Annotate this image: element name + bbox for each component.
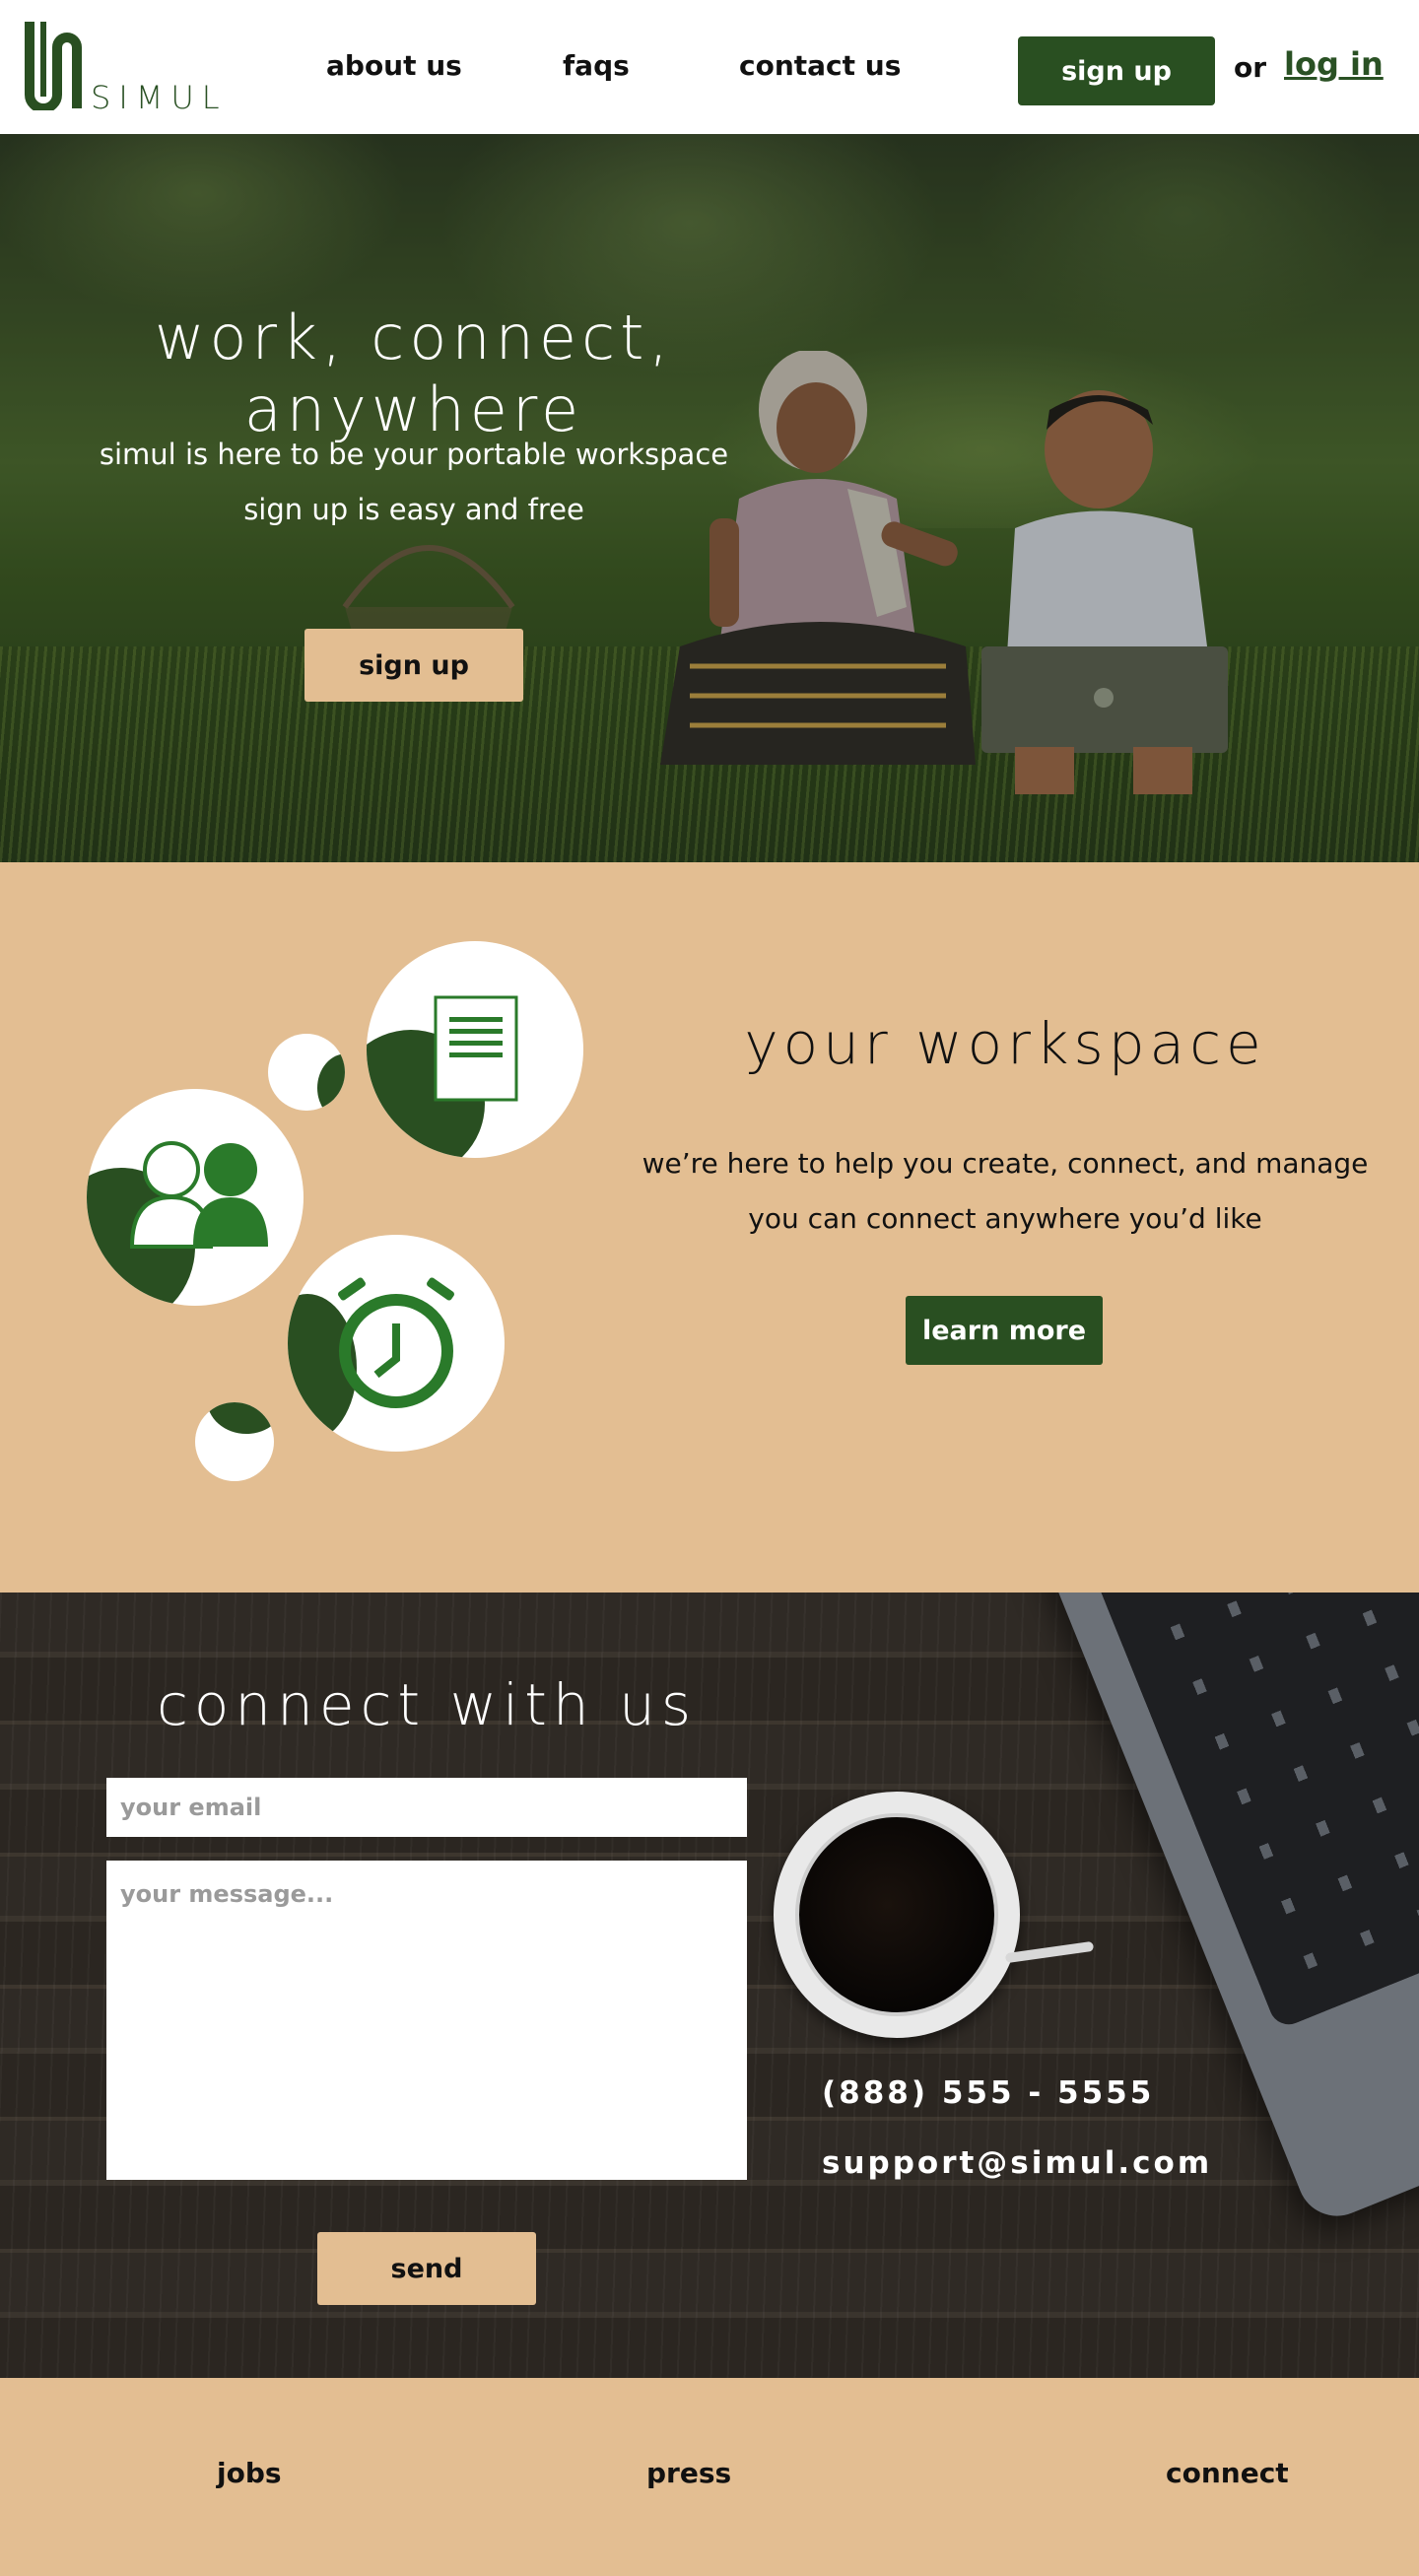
users-feature-circle xyxy=(87,1089,304,1306)
site-header: SIMUL about us faqs contact us sign up o… xyxy=(0,0,1419,134)
workspace-title: your workspace xyxy=(744,1010,1266,1077)
message-textarea[interactable] xyxy=(106,1861,747,2180)
coffee-cup-image-icon xyxy=(774,1792,1020,2038)
nav-faqs[interactable]: faqs xyxy=(563,49,630,82)
small-decor-circle-top xyxy=(268,1034,345,1111)
footer-link-jobs[interactable]: jobs xyxy=(217,2457,282,2489)
hero-signup-button[interactable]: sign up xyxy=(304,629,523,702)
footer-link-press[interactable]: press xyxy=(646,2457,731,2489)
site-footer: jobs press connect xyxy=(0,2378,1419,2576)
document-icon xyxy=(434,995,518,1102)
alarm-clock-feature-circle xyxy=(288,1235,505,1452)
connect-section: connect with us send (888) 555 - 5555 su… xyxy=(0,1593,1419,2378)
nav-about-us[interactable]: about us xyxy=(326,49,462,82)
document-feature-circle xyxy=(367,941,583,1158)
send-button[interactable]: send xyxy=(317,2232,536,2305)
small-decor-circle-bottom xyxy=(195,1402,274,1481)
learn-more-button[interactable]: learn more xyxy=(906,1296,1103,1365)
logo-mark-icon xyxy=(25,22,82,110)
hero-subtitle-line-2: sign up is easy and free xyxy=(243,493,584,526)
header-signup-button[interactable]: sign up xyxy=(1018,36,1215,105)
login-link[interactable]: log in xyxy=(1284,45,1384,83)
workspace-text-line-2: you can connect anywhere you’d like xyxy=(748,1202,1262,1235)
hero-section: work, connect, anywhere simul is here to… xyxy=(0,134,1419,862)
users-icon xyxy=(129,1141,268,1249)
contact-email[interactable]: support@simul.com xyxy=(822,2145,1212,2181)
hero-subtitle-line-1: simul is here to be your portable worksp… xyxy=(99,438,729,471)
nav-contact-us[interactable]: contact us xyxy=(739,49,901,82)
alarm-clock-icon xyxy=(338,1277,454,1408)
workspace-text-line-1: we’re here to help you create, connect, … xyxy=(642,1147,1369,1180)
connect-title: connect with us xyxy=(156,1671,698,1738)
simul-logo[interactable]: SIMUL xyxy=(22,18,220,116)
or-text: or xyxy=(1234,51,1267,84)
email-input[interactable] xyxy=(106,1778,747,1837)
contact-phone: (888) 555 - 5555 xyxy=(822,2075,1155,2111)
footer-link-connect[interactable]: connect xyxy=(1166,2457,1289,2489)
hero-title: work, connect, anywhere xyxy=(154,302,674,445)
workspace-section: your workspace we’re here to help you cr… xyxy=(0,862,1419,1593)
logo-wordmark: SIMUL xyxy=(91,79,228,116)
